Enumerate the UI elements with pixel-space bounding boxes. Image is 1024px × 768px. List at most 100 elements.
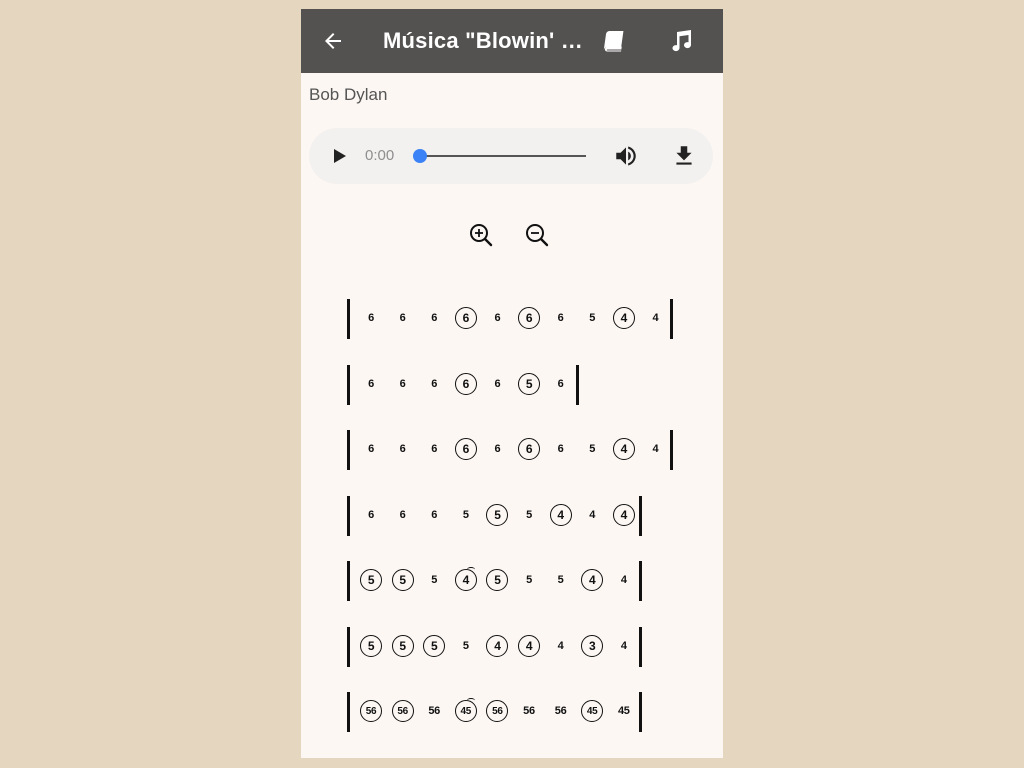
note-number: 4 — [620, 442, 628, 456]
blow-note: 56 — [360, 700, 382, 722]
progress-slider[interactable] — [420, 155, 586, 157]
tab-row: 56 56 56 45 56 56 56 45 45 — [301, 692, 723, 732]
note-number: 6 — [525, 442, 533, 456]
draw-note: 6 — [423, 438, 445, 460]
note-number: 6 — [494, 312, 501, 324]
note-number: 6 — [494, 378, 501, 390]
draw-note: 6 — [360, 307, 382, 329]
blow-note: 6 — [518, 307, 540, 329]
draw-note: 6 — [550, 438, 572, 460]
note-number: 4 — [557, 508, 564, 522]
note-number: 56 — [397, 705, 408, 717]
blow-note: 5 — [391, 635, 414, 657]
note-number: 45 — [460, 705, 472, 717]
note-number: 6 — [557, 312, 564, 324]
draw-note: 5 — [455, 504, 477, 526]
note-number: 4 — [557, 640, 564, 652]
note-number: 5 — [557, 574, 564, 586]
note-number: 5 — [367, 573, 375, 587]
blow-note: 5 — [360, 635, 382, 657]
note-number: 4 — [589, 509, 596, 521]
draw-note: 6 — [423, 307, 445, 329]
book-icon[interactable] — [599, 27, 627, 55]
note-number: 4 — [620, 311, 628, 325]
note-number: 56 — [365, 705, 377, 717]
note-number: 4 — [494, 639, 501, 653]
note-number: 5 — [526, 574, 532, 586]
draw-note: 45 — [613, 700, 635, 722]
note-number: 45 — [586, 705, 598, 717]
draw-note: 6 — [360, 373, 382, 395]
blow-note: 5 — [391, 569, 414, 591]
bar-line — [638, 561, 642, 601]
blow-note: 6 — [454, 438, 477, 460]
tab-row: 6 6 6 6 6 5 6 — [301, 365, 723, 405]
zoom-out-icon[interactable] — [523, 221, 551, 249]
tab-row: 6 6 6 6 6 6 6 5 4 4 — [301, 299, 723, 339]
note-number: 4 — [589, 573, 596, 587]
app-screen: Música "Blowin' in the Wind" Bob Dylan 0… — [301, 9, 723, 758]
draw-note: 4 — [550, 635, 572, 657]
bar-line — [575, 365, 579, 405]
draw-note: 4 — [644, 438, 666, 460]
arrow-left-icon[interactable] — [319, 27, 347, 55]
playback-time: 0:00 — [365, 147, 395, 164]
draw-note: 56 — [550, 700, 572, 722]
note-number: 56 — [523, 705, 535, 717]
progress-slider-thumb[interactable] — [413, 149, 427, 163]
note-number: 6 — [431, 312, 438, 324]
note-number: 6 — [399, 378, 406, 390]
draw-note: 5 — [518, 569, 540, 591]
play-icon[interactable] — [329, 146, 349, 166]
bar-line — [347, 627, 350, 667]
blow-note: 4 — [612, 504, 635, 526]
zoom-in-icon[interactable] — [467, 221, 495, 249]
draw-note: 4 — [581, 504, 603, 526]
note-number: 6 — [368, 509, 374, 521]
note-number: 6 — [399, 443, 406, 455]
blow-note: 45 — [454, 698, 477, 722]
note-number: 4 — [652, 443, 659, 455]
volume-icon[interactable] — [613, 143, 639, 169]
note-number: 4 — [462, 573, 470, 587]
bar-line — [638, 692, 642, 732]
note-number: 5 — [526, 509, 532, 521]
note-number: 6 — [399, 312, 406, 324]
draw-note: 5 — [423, 569, 445, 591]
app-bar: Música "Blowin' in the Wind" — [301, 9, 723, 73]
draw-note: 56 — [423, 700, 445, 722]
bar-line — [670, 430, 674, 470]
tab-row: 5 5 5 4 5 5 5 4 4 — [301, 561, 723, 601]
bar-line — [670, 299, 674, 339]
note-number: 5 — [399, 573, 406, 587]
blow-note: 4 — [486, 635, 509, 657]
bar-line — [638, 627, 642, 667]
draw-note: 6 — [486, 438, 508, 460]
draw-note: 4 — [613, 569, 635, 591]
note-number: 4 — [620, 640, 627, 652]
draw-note: 6 — [550, 373, 572, 395]
note-number: 6 — [368, 378, 374, 390]
note-number: 6 — [462, 442, 470, 456]
note-number: 56 — [428, 705, 440, 717]
blow-note: 56 — [486, 700, 509, 722]
blow-note: 5 — [486, 504, 509, 526]
note-number: 6 — [431, 443, 438, 455]
note-number: 6 — [557, 378, 564, 390]
note-number: 45 — [617, 705, 630, 717]
blow-note: 5 — [423, 635, 446, 657]
music-note-icon[interactable] — [667, 27, 695, 55]
note-number: 6 — [462, 377, 470, 391]
blow-note: 6 — [454, 373, 477, 395]
blow-note: 6 — [518, 438, 540, 460]
note-number: 5 — [589, 443, 596, 455]
draw-note: 5 — [581, 438, 603, 460]
draw-note: 6 — [486, 307, 508, 329]
note-number: 6 — [368, 312, 374, 324]
download-icon[interactable] — [671, 143, 697, 169]
note-number: 56 — [554, 705, 567, 717]
bar-line — [638, 496, 642, 536]
blow-note: 5 — [518, 373, 540, 395]
note-number: 5 — [462, 640, 469, 652]
note-number: 6 — [368, 443, 374, 455]
